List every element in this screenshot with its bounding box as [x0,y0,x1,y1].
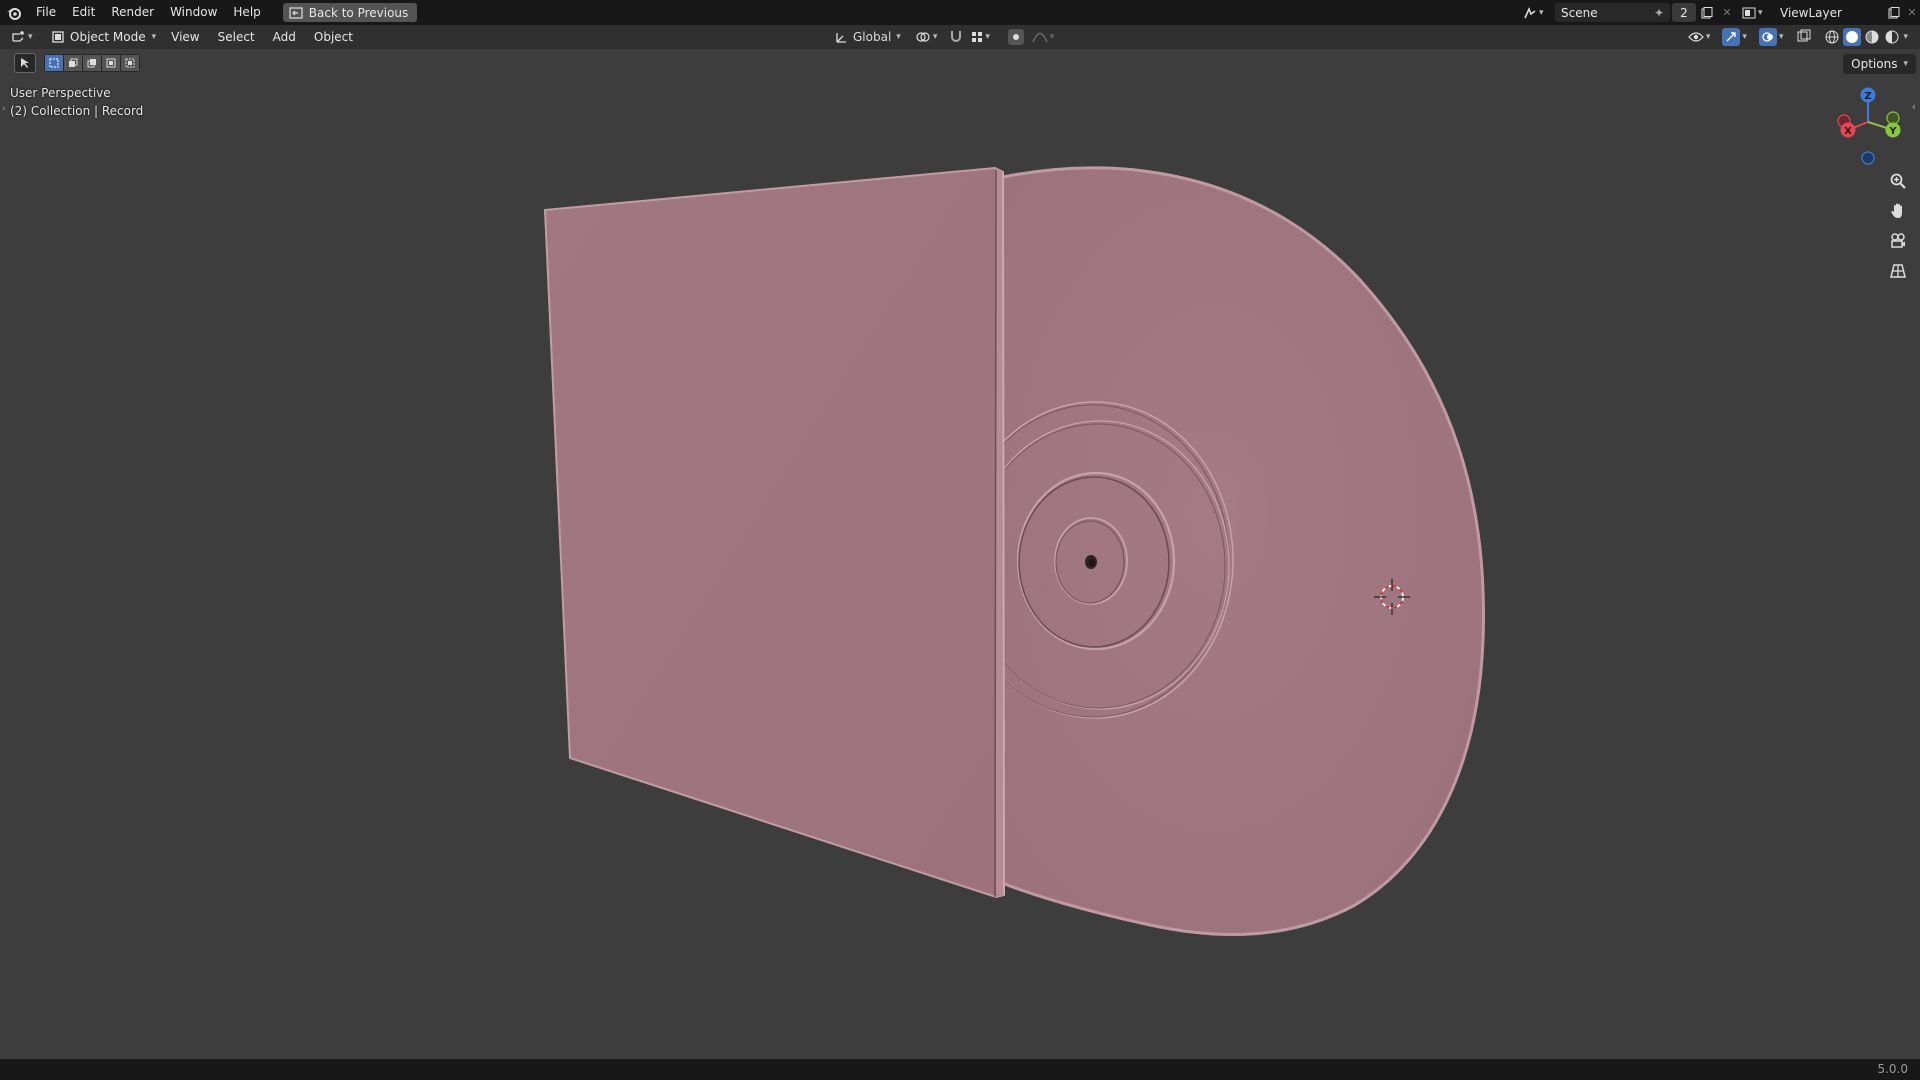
view-name: User Perspective [10,86,111,100]
navigation-gizmo[interactable]: Z Y X [1837,87,1901,165]
gizmo-z-label: Z [1864,91,1871,102]
menu-file[interactable]: File [28,0,64,25]
view-layer-field[interactable]: ViewLayer [1774,3,1884,22]
solid-shading-icon[interactable] [1843,28,1862,46]
menu-help[interactable]: Help [225,0,268,25]
gizmo-y-label: Y [1888,126,1897,137]
menu-window[interactable]: Window [162,0,225,25]
pin-icon[interactable]: ✦ [1654,6,1664,20]
camera-view-icon[interactable] [1884,227,1912,255]
orientation-label: Global [853,30,892,44]
material-shading-icon[interactable] [1863,28,1881,46]
scene-canvas[interactable]: Z Y X [0,49,1920,1059]
gizmo-toggle-icon[interactable]: ▾ [1722,28,1747,46]
collection-info: (2) Collection | Record [10,104,144,118]
proportional-falloff-icon[interactable]: ▾ [1032,31,1054,43]
scene-user-count: 2 [1672,3,1696,22]
blender-logo-icon[interactable] [0,0,28,25]
wireframe-shading-icon[interactable] [1823,28,1841,46]
new-scene-icon[interactable] [1696,6,1718,19]
gizmo-x-label: X [1844,126,1852,137]
menu-add[interactable]: Add [264,25,305,49]
xray-toggle-icon[interactable] [1797,29,1811,46]
version-label: 5.0.0 [1877,1062,1908,1076]
viewport-header: ▾ Object Mode ▾ View Select Add Object G… [0,25,1920,49]
status-bar: 5.0.0 [0,1059,1920,1080]
viewlayer-browse-icon[interactable]: ▾ [1742,7,1770,19]
mode-label: Object Mode [70,30,146,44]
menu-render[interactable]: Render [103,0,162,25]
viewport-display-tools: ▾ ▾ ▾ ▾ [1688,27,1908,47]
menu-view[interactable]: View [162,25,208,49]
3d-viewport-icon [12,31,24,42]
scene-name-field[interactable]: Scene ✦ [1555,3,1670,22]
new-viewlayer-icon[interactable] [1884,6,1904,19]
delete-viewlayer-icon[interactable]: ✕ [1904,6,1920,19]
proportional-editing-icon[interactable] [1007,29,1024,45]
pivot-point-icon[interactable]: ▾ [915,30,937,44]
transform-tools: Global ▾ ▾ ▾ ▾ [835,27,1054,47]
orientation-icon [836,32,846,43]
scene-browse-icon[interactable]: ▾ [1523,6,1551,20]
toolbar-toggle-icon[interactable]: › [2,104,6,114]
top-bar: File Edit Render Window Help Back to Pre… [0,0,1920,25]
record-sleeve[interactable] [543,166,1006,899]
back-button-label: Back to Previous [308,5,409,20]
menu-select[interactable]: Select [209,25,264,49]
overlays-toggle-icon[interactable]: ▾ [1758,28,1783,46]
zoom-icon[interactable] [1884,167,1912,195]
object-mode-dropdown[interactable]: Object Mode ▾ [46,28,162,47]
perspective-toggle-icon[interactable] [1884,257,1912,285]
pan-hand-icon[interactable] [1884,197,1912,225]
sidebar-toggle-icon[interactable]: ‹ [1912,100,1916,113]
view-layer-name: ViewLayer [1780,5,1842,20]
transform-orientation-dropdown[interactable]: Global ▾ [835,30,901,44]
topbar-right: ▾ Scene ✦ 2 ✕ ▾ ViewLayer ✕ [1523,0,1920,25]
3d-viewport[interactable]: Z Y X [0,49,1920,1059]
menu-edit[interactable]: Edit [64,0,103,25]
snap-target-icon[interactable]: ▾ [971,31,990,43]
back-to-previous-button[interactable]: Back to Previous [282,3,418,22]
back-icon [289,6,303,19]
object-mode-icon [52,31,64,43]
scene-name: Scene [1561,5,1598,20]
shading-modes: ▾ [1823,28,1908,46]
delete-scene-icon[interactable]: ✕ [1718,6,1736,19]
shading-options-dropdown[interactable]: ▾ [1903,28,1908,46]
snap-toggle-icon[interactable] [949,29,963,46]
record-disc[interactable] [956,166,1485,937]
menu-object[interactable]: Object [305,25,362,49]
visibility-icon[interactable]: ▾ [1688,31,1710,43]
rendered-shading-icon[interactable] [1883,28,1901,46]
editor-type-selector[interactable]: ▾ [10,28,42,47]
